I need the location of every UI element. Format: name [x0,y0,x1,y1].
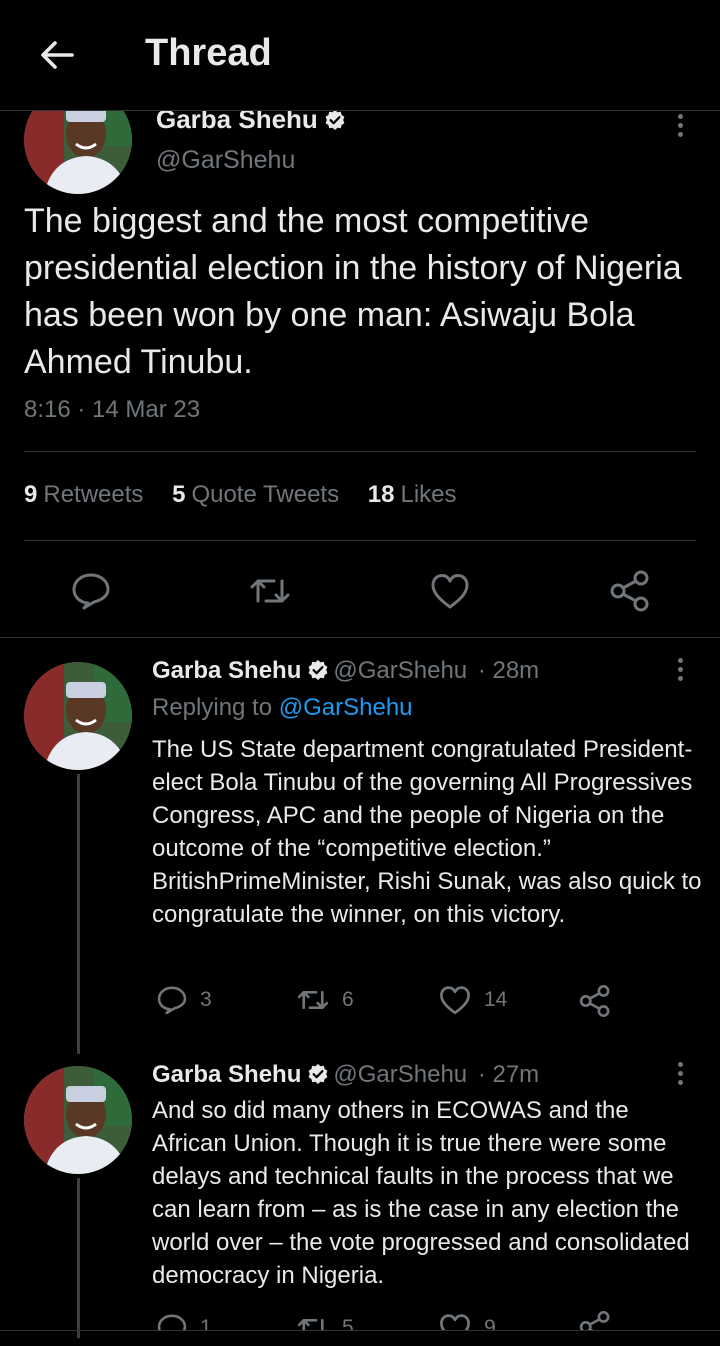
retweet-count: 6 [342,988,354,1011]
more-options-icon[interactable] [675,114,685,144]
replying-to: Replying to @GarShehu [152,694,413,721]
reply-text: The US State department congratulated Pr… [152,736,702,928]
reply-icon [157,1314,187,1330]
like-button[interactable]: 14 [438,984,507,1016]
reply-button[interactable]: 3 [156,984,212,1016]
author-handle[interactable]: @GarShehu [333,1061,467,1088]
divider [24,540,696,541]
retweet-icon [297,1318,328,1330]
action-row-clipped: 1 5 9 [0,1300,720,1330]
divider [0,637,720,638]
like-count: 9 [484,1316,496,1330]
retweet-count: 5 [342,1316,354,1330]
top-bar: Thread [0,0,720,111]
verified-badge-icon [308,1064,328,1084]
retweet-icon [297,990,329,1010]
reply-count: 1 [200,1316,212,1330]
likes-stat[interactable]: 18 Likes [368,481,457,508]
page-title: Thread [145,32,272,74]
tweet-stats: 9 Retweets 5 Quote Tweets 18 Likes [24,481,479,509]
verified-badge-icon [325,110,345,130]
author-name[interactable]: Garba Shehu [152,1061,301,1088]
retweet-button[interactable]: 6 [296,984,354,1016]
avatar[interactable] [24,662,132,770]
reply-time[interactable]: · 27m [478,1061,539,1088]
reply-icon[interactable] [70,570,112,612]
divider [24,451,696,452]
reply-button[interactable]: 1 [156,1312,212,1330]
share-icon[interactable] [578,984,612,1018]
reply-header: Garba Shehu @GarShehu · 27m [152,1061,539,1089]
reply-header: Garba Shehu @GarShehu · 28m [152,657,539,685]
quote-tweets-stat[interactable]: 5 Quote Tweets [172,481,339,508]
like-icon [440,986,470,1015]
author-handle[interactable]: @GarShehu [333,657,467,684]
reply-count: 3 [200,988,212,1011]
like-count: 14 [484,988,508,1011]
like-icon[interactable] [429,571,471,611]
retweet-icon[interactable] [248,571,292,611]
tweet-timestamp[interactable]: 8:16 · 14 Mar 23 [24,396,200,424]
author-handle[interactable]: @GarShehu [156,146,295,175]
retweet-button[interactable]: 5 [296,1312,354,1330]
retweets-stat[interactable]: 9 Retweets [24,481,143,508]
tweet-text: The biggest and the most competitive pre… [24,202,682,381]
avatar[interactable] [24,1066,132,1174]
share-icon[interactable] [608,570,652,612]
thread-connector [77,774,80,1054]
share-icon[interactable] [578,1310,612,1330]
more-options-icon[interactable] [675,658,685,688]
like-icon [440,1314,470,1330]
divider [0,1330,720,1331]
more-options-icon[interactable] [675,1062,685,1092]
reply-icon [157,986,187,1015]
verified-badge-icon [308,660,328,680]
reply-time[interactable]: · 28m [478,657,539,684]
mention-link[interactable]: @GarShehu [279,694,413,721]
author-name[interactable]: Garba Shehu [152,657,301,684]
reply-text: And so did many others in ECOWAS and the… [152,1097,690,1289]
back-arrow-icon[interactable] [38,36,76,74]
like-button[interactable]: 9 [438,1312,496,1330]
